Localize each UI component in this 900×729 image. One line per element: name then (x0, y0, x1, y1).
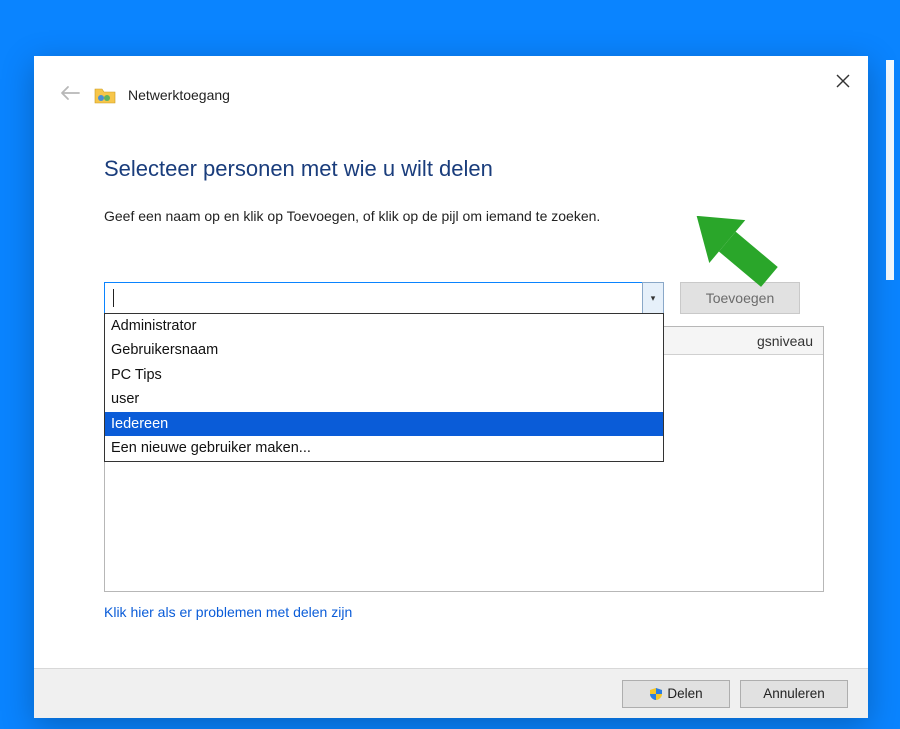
dropdown-toggle[interactable]: ▾ (642, 282, 664, 314)
cancel-button[interactable]: Annuleren (740, 680, 848, 708)
user-combobox: ▾ Administrator Gebruikersnaam PC Tips u… (104, 282, 664, 314)
dropdown-item-new-user[interactable]: Een nieuwe gebruiker maken... (105, 436, 663, 460)
user-input[interactable] (104, 282, 643, 314)
close-button[interactable] (828, 66, 858, 96)
main-heading: Selecteer personen met wie u wilt delen (104, 156, 824, 182)
desktop-strip (886, 60, 894, 280)
dialog-header: Netwerktoegang (60, 85, 230, 105)
dropdown-item-iedereen[interactable]: Iedereen (105, 412, 663, 436)
chevron-down-icon: ▾ (651, 293, 656, 304)
share-button-label: Delen (667, 686, 702, 701)
cancel-button-label: Annuleren (763, 686, 825, 701)
content-area: Selecteer personen met wie u wilt delen … (104, 156, 824, 314)
user-dropdown: Administrator Gebruikersnaam PC Tips use… (104, 313, 664, 462)
dropdown-item-pc-tips[interactable]: PC Tips (105, 363, 663, 387)
permission-level-header: gsniveau (757, 333, 813, 349)
problems-link[interactable]: Klik hier als er problemen met delen zij… (104, 604, 352, 620)
dropdown-item-gebruikersnaam[interactable]: Gebruikersnaam (105, 338, 663, 362)
app-title: Netwerktoegang (128, 87, 230, 103)
dropdown-item-user[interactable]: user (105, 387, 663, 411)
add-button[interactable]: Toevoegen (680, 282, 800, 314)
combo-row: ▾ Administrator Gebruikersnaam PC Tips u… (104, 282, 824, 314)
back-arrow-icon[interactable] (60, 85, 80, 105)
dropdown-item-administrator[interactable]: Administrator (105, 314, 663, 338)
share-button[interactable]: Delen (622, 680, 730, 708)
button-bar: Delen Annuleren (34, 668, 868, 718)
text-cursor (113, 289, 114, 307)
uac-shield-icon (649, 687, 663, 701)
instruction-text: Geef een naam op en klik op Toevoegen, o… (104, 208, 824, 224)
network-share-icon (94, 86, 114, 104)
close-icon (836, 74, 850, 88)
network-access-dialog: Netwerktoegang Selecteer personen met wi… (34, 56, 868, 718)
